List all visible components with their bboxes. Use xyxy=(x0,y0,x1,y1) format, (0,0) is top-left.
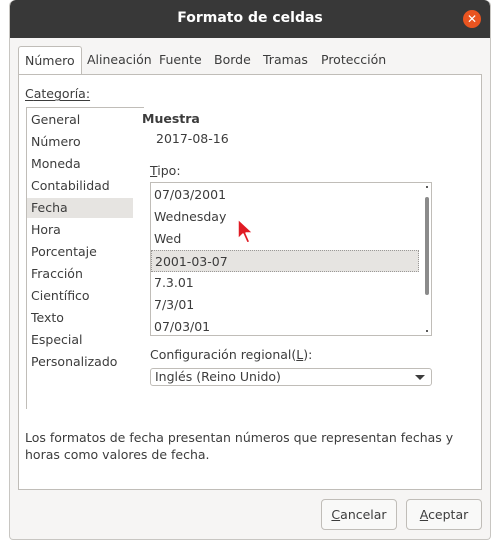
chevron-down-icon xyxy=(415,375,425,380)
tab-fuente[interactable]: Fuente xyxy=(159,46,202,74)
category-item-fraccion[interactable]: Fracción xyxy=(27,264,133,284)
accept-button[interactable]: Aceptar xyxy=(406,499,482,530)
close-icon: ✕ xyxy=(466,12,478,26)
category-item-cientifico[interactable]: Científico xyxy=(27,286,133,306)
category-item-fecha[interactable]: Fecha xyxy=(27,198,133,218)
format-item-selected[interactable]: 2001-03-07 xyxy=(151,250,419,272)
category-label: Categoría: xyxy=(25,86,91,101)
scrollbar-thumb[interactable] xyxy=(425,197,429,295)
format-item[interactable]: 07/03/2001 xyxy=(151,184,419,206)
title-bar: Formato de celdas ✕ xyxy=(10,0,490,38)
tab-numero[interactable]: Número xyxy=(18,46,82,76)
format-item[interactable]: Wed xyxy=(151,228,419,250)
category-item-moneda[interactable]: Moneda xyxy=(27,154,133,174)
format-item[interactable]: 07/03/01 xyxy=(151,316,419,335)
tab-borde[interactable]: Borde xyxy=(214,46,251,74)
category-item-hora[interactable]: Hora xyxy=(27,220,133,240)
category-item-contabilidad[interactable]: Contabilidad xyxy=(27,176,133,196)
sample-value: 2017-08-16 xyxy=(156,131,229,146)
region-dropdown[interactable]: Inglés (Reino Unido) xyxy=(150,368,432,386)
format-type-label: Tipo: xyxy=(150,163,181,178)
scroll-down-indicator xyxy=(426,330,428,332)
category-list[interactable]: General Número Moneda Contabilidad Fecha… xyxy=(26,107,144,409)
sample-heading: Muestra xyxy=(142,111,200,126)
mouse-pointer-icon xyxy=(236,217,258,247)
format-cells-dialog: Formato de celdas ✕ Número Alineación Fu… xyxy=(9,0,491,540)
category-item-numero[interactable]: Número xyxy=(27,132,133,152)
format-item[interactable]: 7.3.01 xyxy=(151,272,419,294)
format-item[interactable]: Wednesday xyxy=(151,206,419,228)
tab-alineacion[interactable]: Alineación xyxy=(87,46,152,74)
format-item[interactable]: 7/3/01 xyxy=(151,294,419,316)
category-item-general[interactable]: General xyxy=(27,110,133,130)
tab-proteccion[interactable]: Protección xyxy=(321,46,386,74)
region-label: Configuración regional(L): xyxy=(150,347,313,362)
scroll-up-indicator xyxy=(426,186,428,188)
format-type-list[interactable]: 07/03/2001 Wednesday Wed 2001-03-07 7.3.… xyxy=(150,182,432,336)
dialog-title: Formato de celdas xyxy=(177,10,323,26)
category-item-especial[interactable]: Especial xyxy=(27,330,133,350)
category-item-personalizado[interactable]: Personalizado xyxy=(27,352,133,372)
region-value: Inglés (Reino Unido) xyxy=(155,369,281,384)
close-button[interactable]: ✕ xyxy=(463,10,481,28)
category-item-porcentaje[interactable]: Porcentaje xyxy=(27,242,133,262)
category-item-texto[interactable]: Texto xyxy=(27,308,133,328)
format-list-scrollbar[interactable] xyxy=(423,183,431,335)
format-description: Los formatos de fecha presentan números … xyxy=(25,430,454,462)
cancel-button[interactable]: Cancelar xyxy=(321,499,397,530)
tab-tramas[interactable]: Tramas xyxy=(263,46,308,74)
